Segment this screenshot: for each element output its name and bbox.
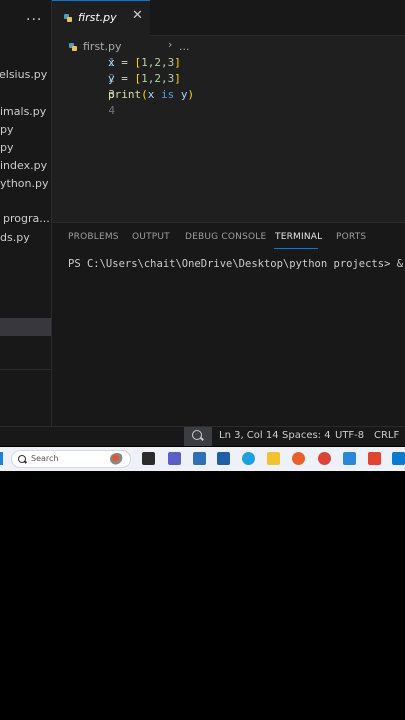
code-line: 4 bbox=[52, 104, 405, 120]
sidebar-divider bbox=[0, 369, 51, 370]
active-tab-indicator bbox=[274, 248, 318, 249]
explorer-file-item[interactable]: ds.py bbox=[0, 231, 30, 244]
code-token: ) bbox=[187, 88, 195, 101]
tab-ports[interactable]: PORTS bbox=[336, 232, 366, 242]
code-text: y = [1,2,3] bbox=[108, 72, 181, 85]
code-token: = bbox=[121, 72, 128, 85]
explorer-file-item[interactable]: py bbox=[0, 123, 14, 136]
code-line: 1 x = [1,2,3] bbox=[52, 56, 405, 72]
explorer-selection-highlight bbox=[0, 318, 51, 336]
zoom-button[interactable] bbox=[184, 427, 212, 446]
tab-label: first.py bbox=[78, 11, 117, 24]
taskbar-search[interactable]: Search bbox=[11, 450, 131, 468]
status-bar: Ln 3, Col 14 Spaces: 4 UTF-8 CRLF bbox=[0, 426, 405, 446]
windows-start-icon[interactable] bbox=[0, 452, 3, 465]
tab-terminal[interactable]: TERMINAL bbox=[275, 232, 322, 242]
code-token: = bbox=[121, 56, 128, 69]
code-token: 1,2,3 bbox=[141, 72, 175, 85]
explorer-file-item[interactable]: imals.py bbox=[0, 105, 46, 118]
vscode-icon[interactable] bbox=[392, 452, 405, 465]
code-token: is bbox=[161, 88, 175, 101]
code-token: y bbox=[180, 88, 188, 101]
python-file-icon bbox=[64, 14, 72, 22]
code-token: y bbox=[108, 72, 115, 85]
task-view-icon[interactable] bbox=[142, 452, 155, 465]
tab-output[interactable]: OUTPUT bbox=[132, 232, 170, 242]
close-icon[interactable]: ✕ bbox=[132, 8, 143, 23]
line-number: 4 bbox=[108, 104, 115, 117]
video-app-icon[interactable] bbox=[193, 452, 206, 465]
firefox-icon[interactable] bbox=[292, 452, 305, 465]
file-explorer-icon[interactable] bbox=[267, 452, 280, 465]
explorer-file-item[interactable]: progra... bbox=[3, 212, 50, 225]
search-icon bbox=[18, 455, 26, 463]
code-line-active: 3 print(x is y) bbox=[52, 88, 405, 104]
code-token: x bbox=[108, 56, 115, 69]
search-highlight-icon bbox=[110, 453, 124, 465]
code-token: ( bbox=[141, 88, 148, 101]
code-token: print bbox=[108, 88, 142, 101]
code-token: ] bbox=[174, 56, 181, 69]
store-icon[interactable] bbox=[217, 452, 230, 465]
notepad-icon[interactable] bbox=[343, 452, 356, 465]
tab-first-py[interactable]: first.py ✕ bbox=[52, 0, 150, 36]
eol-status[interactable]: CRLF bbox=[374, 430, 399, 441]
terminal-output[interactable]: PS C:\Users\chait\OneDrive\Desktop\pytho… bbox=[68, 256, 405, 270]
vscode-window: ··· elsius.py imals.py py py index.py yt… bbox=[0, 0, 405, 446]
python-file-icon bbox=[69, 43, 77, 51]
code-text: x = [1,2,3] bbox=[108, 56, 181, 69]
brave-icon[interactable] bbox=[368, 452, 381, 465]
breadcrumb: first.py › ... bbox=[52, 36, 405, 56]
code-token: ] bbox=[174, 72, 181, 85]
terminal-command: & C: bbox=[396, 258, 405, 270]
code-token: 1,2,3 bbox=[141, 56, 175, 69]
explorer-file-item[interactable]: ython.py bbox=[0, 177, 49, 190]
explorer-file-item[interactable]: elsius.py bbox=[0, 68, 47, 81]
chrome-icon[interactable] bbox=[318, 452, 331, 465]
zoom-icon bbox=[192, 430, 202, 440]
breadcrumb-symbol[interactable]: ... bbox=[179, 40, 190, 53]
chevron-right-icon: › bbox=[168, 38, 173, 51]
explorer-file-item[interactable]: index.py bbox=[0, 159, 47, 172]
indentation-status[interactable]: Spaces: 4 bbox=[282, 430, 331, 441]
more-actions-button[interactable]: ··· bbox=[26, 12, 42, 28]
tab-debug-console[interactable]: DEBUG CONSOLE bbox=[185, 232, 266, 242]
code-token: x bbox=[147, 88, 155, 101]
bottom-panel: PROBLEMS OUTPUT DEBUG CONSOLE TERMINAL P… bbox=[52, 222, 405, 427]
terminal-prompt: PS C:\Users\chait\OneDrive\Desktop\pytho… bbox=[68, 258, 397, 270]
cursor-position[interactable]: Ln 3, Col 14 bbox=[219, 430, 279, 441]
breadcrumb-file[interactable]: first.py bbox=[83, 40, 121, 53]
encoding-status[interactable]: UTF-8 bbox=[335, 430, 364, 441]
tab-problems[interactable]: PROBLEMS bbox=[68, 232, 119, 242]
explorer-sidebar: ··· elsius.py imals.py py py index.py yt… bbox=[0, 0, 52, 426]
explorer-file-item[interactable]: py bbox=[0, 141, 14, 154]
windows-taskbar: Search bbox=[0, 447, 405, 471]
code-editor[interactable]: 1 x = [1,2,3] 2 y = [1,2,3] 3 print(x is… bbox=[52, 56, 405, 222]
code-text: print(x is y) bbox=[108, 88, 194, 101]
editor-tab-bar: first.py ✕ bbox=[52, 0, 405, 36]
teams-icon[interactable] bbox=[168, 452, 181, 465]
edge-icon[interactable] bbox=[242, 452, 255, 465]
search-label: Search bbox=[31, 454, 59, 463]
code-line: 2 y = [1,2,3] bbox=[52, 72, 405, 88]
